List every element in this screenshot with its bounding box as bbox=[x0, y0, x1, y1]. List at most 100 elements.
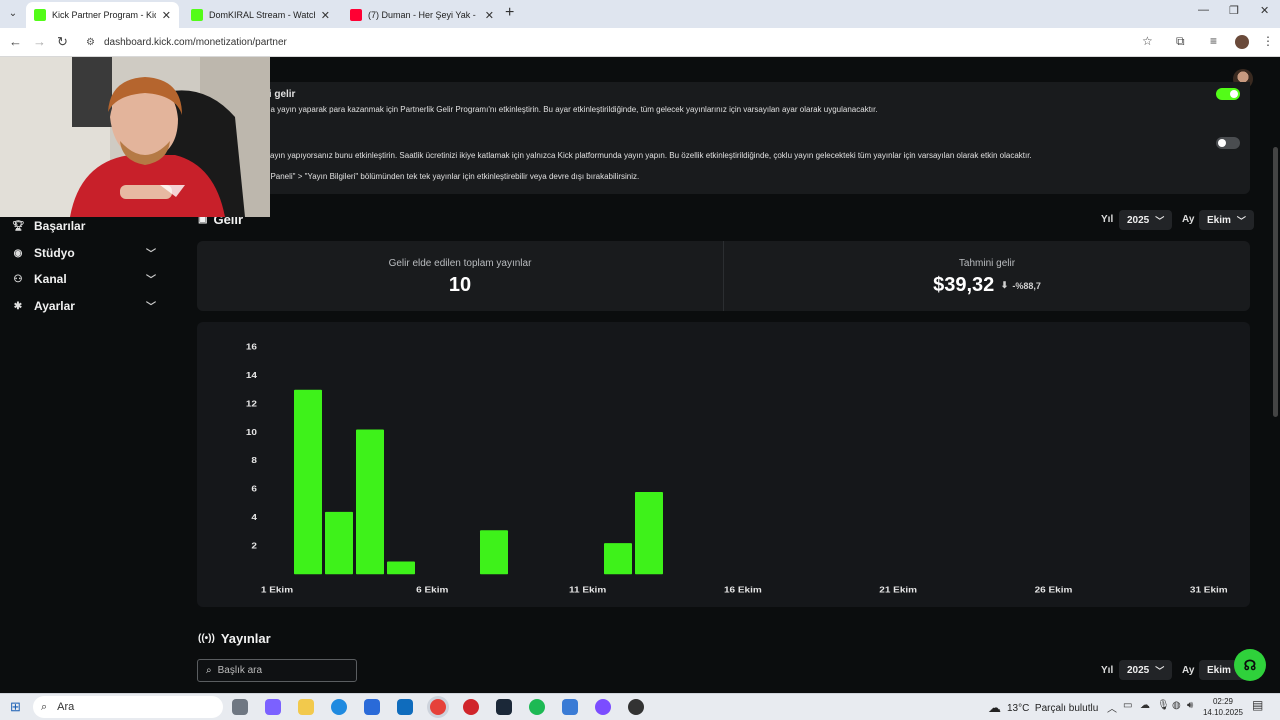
estimated-revenue-row: $39,32 ⬇︎ -%88,7 bbox=[724, 274, 1250, 297]
back-icon[interactable]: ← bbox=[9, 34, 22, 49]
revenue-bar[interactable] bbox=[387, 561, 415, 575]
revenue-bar[interactable] bbox=[480, 530, 508, 575]
edge-icon[interactable] bbox=[331, 699, 347, 715]
total-streams-stat: Gelir elde edilen toplam yayınlar 10 bbox=[197, 241, 723, 311]
site-info-icon[interactable]: ⚙ bbox=[86, 32, 95, 53]
trophy-icon: 🏆︎ bbox=[12, 220, 25, 232]
reload-icon[interactable]: ↻ bbox=[57, 34, 68, 50]
tray-chevron-icon[interactable]: ︿ bbox=[1107, 700, 1117, 715]
outlook-icon[interactable] bbox=[397, 699, 413, 715]
discord-icon[interactable] bbox=[595, 699, 611, 715]
copilot-icon[interactable] bbox=[265, 699, 281, 715]
streams-month-label: Ay bbox=[1182, 665, 1195, 676]
y-tick-label: 10 bbox=[246, 428, 257, 437]
onedrive-icon[interactable]: ☁ bbox=[1140, 700, 1150, 711]
year-select[interactable]: 2025 ﹀ bbox=[1119, 210, 1173, 230]
partner-revenue-toggle[interactable] bbox=[1216, 88, 1240, 100]
scrollbar-thumb[interactable] bbox=[1273, 147, 1278, 417]
restore-icon[interactable]: ❐ bbox=[1229, 4, 1239, 17]
taskbar-search-box[interactable]: ⌕ Ara bbox=[33, 696, 223, 718]
setting-description-multistream: yayın yapıyorsanız bunu etkinleştirin. S… bbox=[266, 151, 1032, 160]
close-tab-icon[interactable]: ✕ bbox=[485, 9, 494, 22]
trend-down-icon: ⬇︎ bbox=[998, 280, 1009, 291]
streams-month-value: Ekim bbox=[1207, 664, 1231, 676]
revenue-stats-card: Gelir elde edilen toplam yayınlar 10 Tah… bbox=[197, 241, 1250, 311]
y-tick-label: 14 bbox=[246, 371, 258, 380]
estimated-revenue-change: -%88,7 bbox=[1012, 280, 1041, 291]
taskbar-search-placeholder: Ara bbox=[57, 701, 75, 713]
streams-year-select[interactable]: 2025 ﹀ bbox=[1119, 660, 1173, 680]
browser-menu-icon[interactable]: ⋮ bbox=[1262, 34, 1274, 48]
sidebar-item-studio[interactable]: ◉ Stüdyo ﹀ bbox=[12, 243, 162, 263]
task-view-icon[interactable] bbox=[232, 699, 248, 715]
bookmark-star-icon[interactable]: ☆ bbox=[1142, 34, 1153, 48]
x-tick-label: 21 Ekim bbox=[879, 585, 917, 594]
file-explorer-icon[interactable] bbox=[298, 699, 314, 715]
weather-desc: Parçalı bulutlu bbox=[1034, 702, 1099, 714]
tab-youtube-duman[interactable]: (7) Duman - Her Şeyi Yak - ✕ bbox=[342, 2, 502, 28]
sidebar-item-channel[interactable]: ⚇ Kanal ﹀ bbox=[12, 269, 162, 289]
weather-temp: 13°C bbox=[1007, 702, 1030, 714]
sidebar-item-achievements[interactable]: 🏆︎ Başarılar bbox=[12, 216, 162, 236]
app-icon[interactable] bbox=[562, 699, 578, 715]
youtube-favicon-icon bbox=[350, 9, 362, 21]
tab-search-icon[interactable]: ⌄ bbox=[4, 5, 22, 23]
partner-settings-panel: li gelir da yayın yaparak para kazanmak … bbox=[197, 82, 1250, 194]
windows-start-icon[interactable]: ⊞ bbox=[10, 699, 21, 715]
estimated-revenue-label: Tahmini gelir bbox=[958, 258, 1016, 269]
new-tab-icon[interactable]: + bbox=[505, 4, 514, 22]
chrome-icon[interactable] bbox=[430, 699, 446, 715]
setting-title: li gelir bbox=[266, 89, 296, 100]
chevron-down-icon: ﹀ bbox=[146, 249, 156, 260]
steam-icon[interactable] bbox=[496, 699, 512, 715]
opera-icon[interactable] bbox=[463, 699, 479, 715]
search-icon: ⌕ bbox=[41, 700, 48, 713]
revenue-bar[interactable] bbox=[325, 511, 353, 575]
month-select-value: Ekim bbox=[1207, 214, 1231, 226]
x-tick-label: 1 Ekim bbox=[261, 585, 293, 594]
kick-favicon-icon bbox=[34, 9, 46, 21]
tray-app-icon[interactable]: ▭ bbox=[1123, 700, 1132, 711]
url-field[interactable]: ⚙ dashboard.kick.com/monetization/partne… bbox=[80, 32, 1160, 53]
total-streams-value: 10 bbox=[448, 274, 472, 296]
webcam-overlay bbox=[0, 57, 270, 217]
y-tick-label: 4 bbox=[251, 513, 258, 522]
weather-widget[interactable]: ☁ 13°C Parçalı bulutlu bbox=[988, 700, 1098, 716]
forward-icon[interactable]: → bbox=[33, 34, 46, 49]
tab-title: DomKIRAL Stream - Watch Live bbox=[209, 10, 315, 20]
windows-taskbar: ⊞ ⌕ Ara ☁ 13°C Parçalı bulutlu ︿ ▭ ☁ 🎙︎ … bbox=[0, 693, 1280, 720]
x-tick-label: 11 Ekim bbox=[569, 585, 606, 594]
browser-profile-avatar[interactable] bbox=[1235, 35, 1249, 49]
volume-icon[interactable]: 🔊︎ bbox=[1187, 700, 1193, 711]
address-bar: ← → ↻ ⚙ dashboard.kick.com/monetization/… bbox=[0, 28, 1280, 57]
network-icon[interactable]: ◍ bbox=[1172, 700, 1181, 711]
microphone-icon[interactable]: 🎙︎ bbox=[1157, 700, 1170, 711]
tab-kick-partner[interactable]: Kick Partner Program - Kick Da ✕ bbox=[26, 2, 179, 28]
page-scrollbar[interactable] bbox=[1272, 57, 1280, 693]
chevron-down-icon: ﹀ bbox=[146, 275, 156, 286]
support-chat-button[interactable]: ☊ bbox=[1234, 649, 1266, 681]
multistream-toggle[interactable] bbox=[1216, 137, 1240, 149]
close-tab-icon[interactable]: ✕ bbox=[162, 9, 171, 22]
month-label: Ay bbox=[1182, 214, 1195, 225]
revenue-bar[interactable] bbox=[356, 429, 384, 575]
spotify-icon[interactable] bbox=[529, 699, 545, 715]
revenue-bar[interactable] bbox=[635, 491, 663, 575]
minimize-icon[interactable]: — bbox=[1198, 4, 1209, 16]
store-icon[interactable] bbox=[364, 699, 380, 715]
revenue-bar[interactable] bbox=[604, 543, 632, 575]
month-select[interactable]: Ekim ﹀ bbox=[1199, 210, 1254, 230]
media-control-icon[interactable]: ≡ bbox=[1210, 34, 1217, 48]
revenue-bar[interactable] bbox=[294, 389, 322, 575]
stream-search-input[interactable]: ⌕ Başlık ara bbox=[197, 659, 357, 682]
extensions-icon[interactable]: ⧉ bbox=[1176, 34, 1185, 49]
obs-icon[interactable] bbox=[628, 699, 644, 715]
close-tab-icon[interactable]: ✕ bbox=[321, 9, 330, 22]
headset-icon: ☊ bbox=[1243, 657, 1257, 673]
tab-domkiral-stream[interactable]: DomKIRAL Stream - Watch Live ✕ bbox=[183, 2, 338, 28]
taskbar-clock[interactable]: 02:29 14.10.2025 bbox=[1200, 696, 1246, 718]
notifications-icon[interactable]: ▤ bbox=[1252, 698, 1263, 712]
close-window-icon[interactable]: ✕ bbox=[1260, 4, 1269, 17]
sidebar-item-settings[interactable]: ✱ Ayarlar ﹀ bbox=[12, 296, 162, 316]
streams-year-label: Yıl bbox=[1101, 665, 1114, 676]
